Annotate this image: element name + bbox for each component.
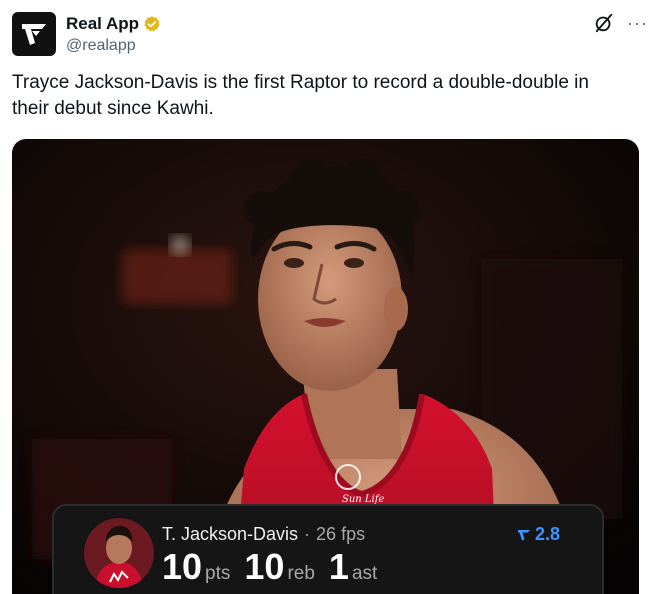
verified-badge-icon	[144, 16, 160, 32]
player-avatar	[84, 518, 154, 588]
player-name: T. Jackson-Davis	[162, 524, 299, 544]
rebounds-value: 10	[244, 546, 285, 587]
real-app-logo-icon	[22, 24, 46, 45]
separator-dot: ·	[304, 524, 311, 544]
assists-unit: ast	[351, 563, 378, 584]
author-avatar[interactable]	[12, 12, 56, 56]
more-options-icon[interactable]: ···	[627, 13, 648, 33]
author-handle[interactable]: @realapp	[66, 37, 161, 55]
rebounds-unit: reb	[287, 563, 315, 584]
player-stat-card[interactable]: T. Jackson-Davis · 26 fps 2.8 10 pts 10 …	[52, 504, 604, 594]
assists-value: 1	[328, 546, 349, 587]
display-name-row: Real App	[66, 14, 161, 34]
rating-value: 2.8	[534, 524, 560, 544]
real-app-small-logo-icon	[517, 529, 530, 540]
header-actions: ···	[593, 12, 648, 34]
author-names: Real App @realapp	[66, 14, 161, 55]
author-display-name[interactable]: Real App	[66, 14, 139, 34]
fantasy-points: 26 fps	[316, 524, 366, 544]
player-info-line: T. Jackson-Davis · 26 fps	[162, 524, 365, 545]
points-value: 10	[162, 546, 203, 587]
post-header: Real App @realapp ···	[12, 12, 648, 60]
points-unit: pts	[205, 563, 231, 584]
post-text: Trayce Jackson-Davis is the first Raptor…	[12, 72, 589, 119]
stat-line: 10 pts 10 reb 1 ast	[162, 546, 391, 588]
grok-icon[interactable]	[593, 12, 615, 34]
rating-badge: 2.8	[517, 524, 560, 545]
